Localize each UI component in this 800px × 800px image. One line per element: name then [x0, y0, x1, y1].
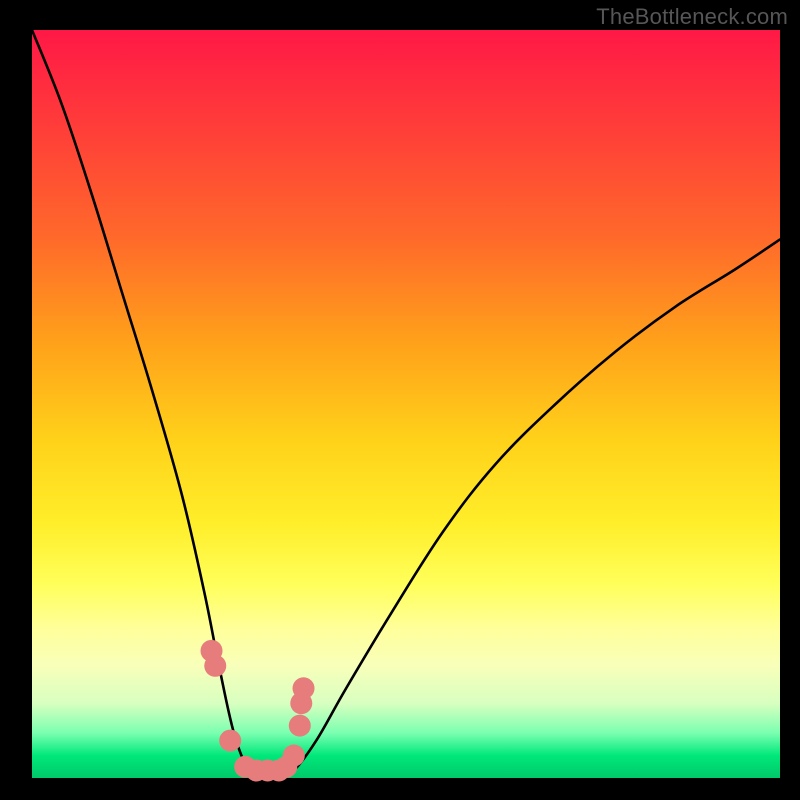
- highlight-dot: [293, 677, 315, 699]
- bottleneck-curve-path: [32, 30, 780, 779]
- highlight-dots-group: [201, 640, 315, 782]
- highlight-dot: [289, 715, 311, 737]
- highlight-dot: [204, 655, 226, 677]
- chart-frame: TheBottleneck.com: [0, 0, 800, 800]
- highlight-dot: [283, 745, 305, 767]
- curve-layer: [0, 0, 800, 800]
- highlight-dot: [219, 730, 241, 752]
